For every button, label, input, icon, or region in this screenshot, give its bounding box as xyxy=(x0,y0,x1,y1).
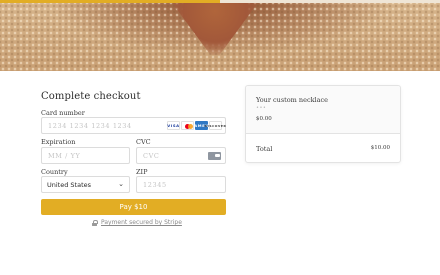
stripe-secured-link[interactable]: Payment secured by Stripe xyxy=(92,219,182,226)
product-name: Your custom necklace xyxy=(256,96,328,104)
card-number-input[interactable]: 1234 1234 1234 1234 VISA AMEX DISCOVER xyxy=(41,117,226,134)
product-price: $0.00 xyxy=(256,116,272,122)
card-number-label: Card number xyxy=(41,109,85,117)
visa-icon: VISA xyxy=(167,121,180,130)
order-summary: Your custom necklace ••• $0.00 Total $10… xyxy=(245,85,401,163)
expiration-input[interactable]: MM / YY xyxy=(41,147,130,164)
checkout-title: Complete checkout xyxy=(41,91,141,102)
expiration-label: Expiration xyxy=(41,138,76,146)
country-select[interactable]: United States ⌄ xyxy=(41,176,130,193)
lock-icon xyxy=(92,219,98,226)
chevron-down-icon: ⌄ xyxy=(118,180,124,188)
country-value: United States xyxy=(47,180,92,189)
country-label: Country xyxy=(41,168,68,176)
cvc-input[interactable]: CVC xyxy=(136,147,226,164)
discover-icon: DISCOVER xyxy=(205,121,226,130)
zip-label: ZIP xyxy=(136,168,148,176)
progress-bar xyxy=(0,0,220,3)
card-brand-icons: VISA AMEX DISCOVER xyxy=(167,121,226,130)
summary-item-section: Your custom necklace ••• $0.00 xyxy=(246,86,400,134)
zip-placeholder: 12345 xyxy=(143,180,167,189)
expiration-placeholder: MM / YY xyxy=(48,151,81,160)
card-number-placeholder: 1234 1234 1234 1234 xyxy=(48,121,132,130)
secured-text: Payment secured by Stripe xyxy=(101,219,182,226)
total-label: Total xyxy=(256,145,273,153)
cvc-placeholder: CVC xyxy=(143,151,160,160)
zip-input[interactable]: 12345 xyxy=(136,176,226,193)
pay-button[interactable]: Pay $10 xyxy=(41,199,226,215)
mastercard-icon xyxy=(181,121,194,130)
cvc-label: CVC xyxy=(136,138,151,146)
hero-image xyxy=(0,0,440,71)
cvc-card-icon xyxy=(208,152,221,160)
product-options: ••• xyxy=(256,105,267,111)
total-value: $10.00 xyxy=(370,145,390,151)
